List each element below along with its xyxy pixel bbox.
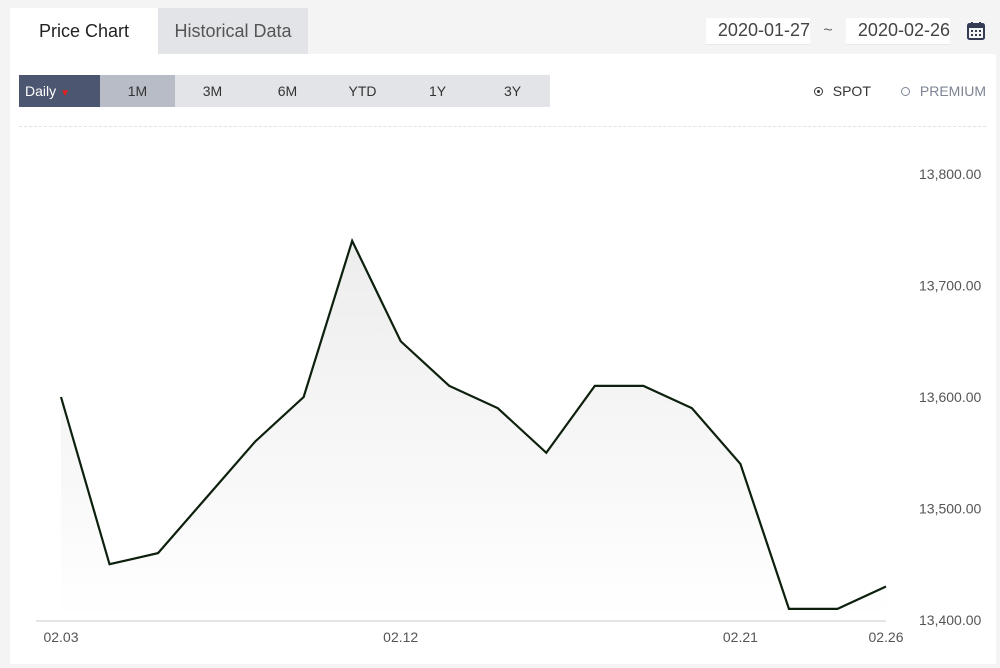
y-tick-label: 13,600.00 (919, 389, 981, 405)
date-separator: ~ (823, 22, 833, 39)
data-point[interactable] (349, 238, 355, 244)
y-tick-label: 13,400.00 (919, 612, 981, 628)
data-point[interactable] (446, 383, 452, 389)
start-date-input[interactable] (706, 17, 810, 45)
y-tick-label: 13,800.00 (919, 166, 981, 182)
chart-panel: Daily ▼ 1M 3M 6M YTD 1Y 3Y SPOT PREMIUM 1… (10, 54, 996, 664)
data-point[interactable] (689, 405, 695, 411)
y-tick-label: 13,500.00 (919, 501, 981, 517)
data-point[interactable] (495, 405, 501, 411)
date-range: ~ (706, 16, 986, 46)
data-point[interactable] (737, 461, 743, 467)
data-point[interactable] (592, 383, 598, 389)
calendar-icon[interactable] (966, 21, 986, 41)
data-point[interactable] (543, 450, 549, 456)
data-point[interactable] (640, 383, 646, 389)
data-point[interactable] (107, 561, 113, 567)
data-point[interactable] (398, 338, 404, 344)
end-date-input[interactable] (846, 17, 950, 45)
x-tick-label: 02.12 (383, 629, 418, 645)
tab-historical-data[interactable]: Historical Data (158, 8, 308, 54)
price-line-chart: 13,800.00 13,700.00 13,600.00 13,500.00 13,4… (36, 166, 981, 645)
data-point[interactable] (834, 606, 840, 612)
data-point[interactable] (786, 606, 792, 612)
data-point[interactable] (301, 394, 307, 400)
tab-price-chart[interactable]: Price Chart (10, 8, 158, 54)
x-tick-label: 02.26 (868, 629, 903, 645)
data-point[interactable] (883, 584, 889, 590)
data-point[interactable] (155, 550, 161, 556)
price-area (61, 240, 886, 620)
x-tick-label: 02.03 (43, 629, 78, 645)
data-point[interactable] (58, 394, 64, 400)
data-point[interactable] (252, 439, 258, 445)
chart-tabs: Price Chart Historical Data (10, 8, 308, 54)
x-tick-label: 02.21 (723, 629, 758, 645)
data-point[interactable] (204, 494, 210, 500)
y-tick-label: 13,700.00 (919, 278, 981, 294)
